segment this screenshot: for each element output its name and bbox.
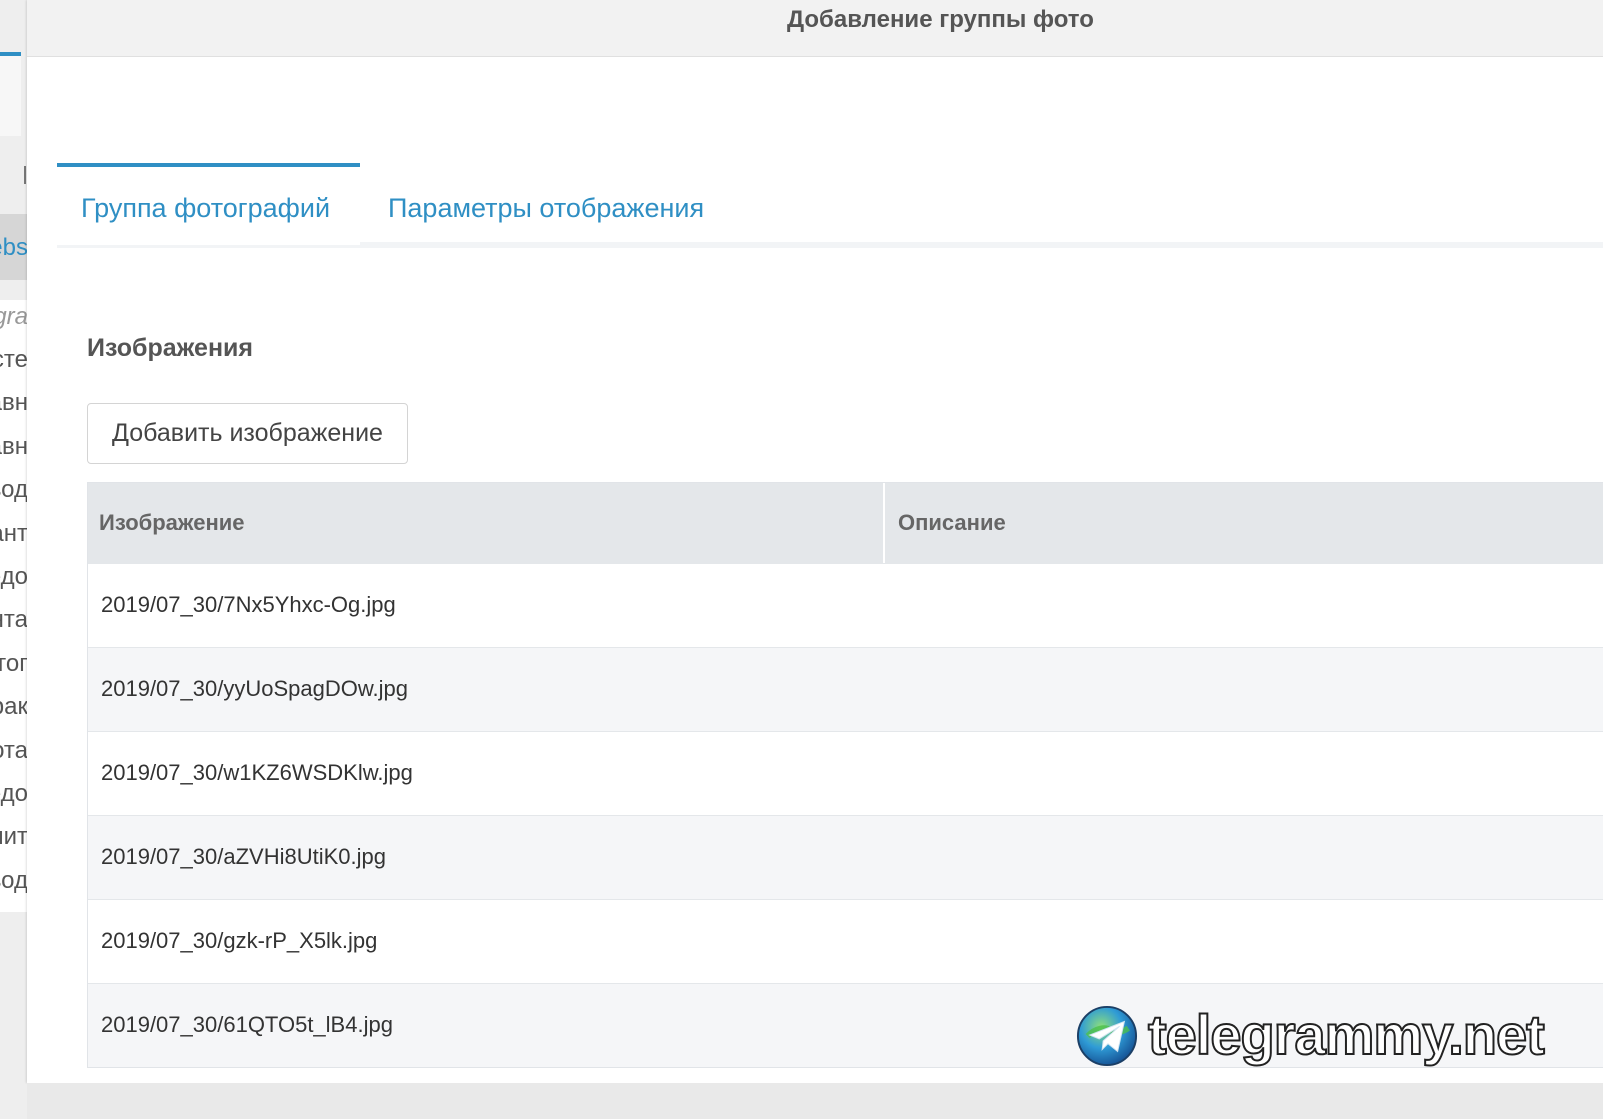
watermark-text: telegrammy.net [1147,1002,1546,1067]
sidebar-item[interactable]: ота [0,737,28,765]
tab-label: Группа фотографий [81,193,331,223]
column-header-image: Изображение [88,483,885,563]
sidebar-item-label: ebs [0,234,28,261]
sidebar-item[interactable]: едо [0,780,28,808]
image-path-cell: 2019/07_30/aZVHi8UtiK0.jpg [101,844,386,869]
modal-header: Добавление группы фото [27,0,1603,57]
column-header-description: Описание [898,510,1006,535]
image-path-cell: 2019/07_30/61QTO5t_lB4.jpg [101,1012,393,1037]
tab-display-settings[interactable]: Параметры отображения [388,163,704,245]
sidebar-item[interactable]: вод [0,476,28,504]
image-path-cell: 2019/07_30/yyUoSpagDOw.jpg [101,676,408,701]
sidebar-item[interactable]: рак [0,693,28,721]
sidebar-item[interactable]: сте [0,346,28,374]
sidebar-divider [24,166,26,184]
table-row[interactable]: 2019/07_30/gzk-rP_X5lk.jpg [88,899,1603,983]
table-header: Изображение Описание [88,483,1603,563]
tab-label: Параметры отображения [388,193,705,223]
sidebar-item[interactable]: ант [0,520,28,548]
image-path-cell: 2019/07_30/w1KZ6WSDKlw.jpg [101,760,413,785]
watermark: telegrammy.net [1074,1002,1594,1072]
table-row[interactable]: 2019/07_30/aZVHi8UtiK0.jpg [88,815,1603,899]
sidebar-selected-item[interactable]: ebs [0,214,28,280]
sidebar-top-block [0,56,21,136]
add-image-button[interactable]: Добавить изображение [87,403,408,464]
sidebar-menu-list: gra сте авн авн вод ант едо нта тог рак … [0,300,28,912]
sidebar-item[interactable]: gra [0,303,28,331]
sidebar-item[interactable]: авн [0,389,28,417]
add-photo-group-modal: Добавление группы фото Группа фотографий… [27,0,1603,1083]
sidebar-item[interactable]: едо [0,563,28,591]
table-row[interactable]: 2019/07_30/yyUoSpagDOw.jpg [88,647,1603,731]
modal-bottom-edge [27,1083,1603,1119]
sidebar: ebs gra сте авн авн вод ант едо нта тог … [0,0,28,1119]
tab-photo-group[interactable]: Группа фотографий [57,163,360,245]
telegram-globe-icon [1076,1005,1138,1067]
sidebar-item[interactable]: лит [0,823,28,851]
images-section-title: Изображения [87,334,254,362]
image-path-cell: 2019/07_30/7Nx5Yhxc-Og.jpg [101,592,396,617]
sidebar-item[interactable]: нта [0,606,28,634]
modal-title: Добавление группы фото [787,6,1094,33]
image-path-cell: 2019/07_30/gzk-rP_X5lk.jpg [101,928,378,953]
images-table: Изображение Описание 2019/07_30/7Nx5Yhxc… [87,482,1603,1068]
table-row[interactable]: 2019/07_30/7Nx5Yhxc-Og.jpg [88,563,1603,647]
table-row[interactable]: 2019/07_30/w1KZ6WSDKlw.jpg [88,731,1603,815]
sidebar-item[interactable]: тог [0,650,28,678]
sidebar-item[interactable]: авн [0,433,28,461]
sidebar-item[interactable]: вод [0,867,28,895]
